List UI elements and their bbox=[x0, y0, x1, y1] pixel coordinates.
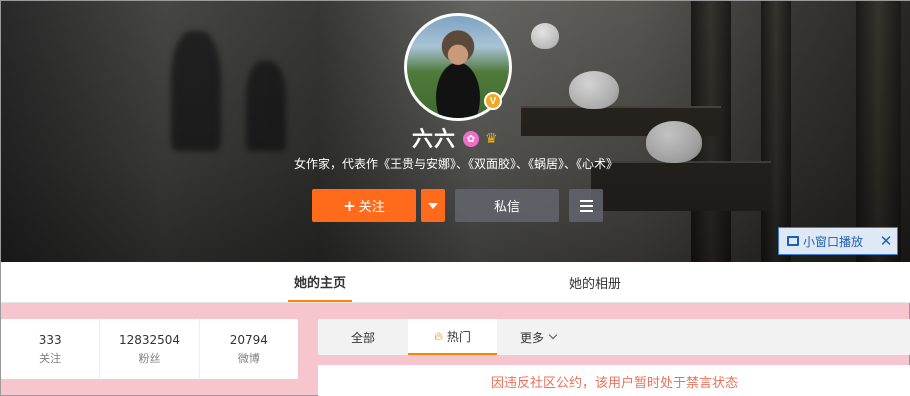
profile-bio: 女作家，代表作《王贵与安娜》、《双面胶》、《蜗居》、《心术》 bbox=[293, 157, 618, 171]
stat-label: 关注 bbox=[39, 351, 62, 365]
badge-icon[interactable]: ✿ bbox=[463, 131, 479, 147]
follow-button-label: 关注 bbox=[358, 200, 385, 215]
stat-label: 粉丝 bbox=[138, 351, 161, 365]
feed-tab-hot[interactable]: 🔥︎ 热门 bbox=[408, 319, 497, 355]
tab-home[interactable]: 她的主页 bbox=[288, 262, 352, 302]
feed-tab-more[interactable]: 更多 bbox=[508, 319, 568, 355]
stats-card: 333 关注 12832504 粉丝 20794 微博 bbox=[1, 319, 298, 379]
stat-value: 20794 bbox=[229, 332, 268, 347]
feed-tabs: 全部 🔥︎ 热门 更多 bbox=[318, 319, 910, 355]
stat-label: 微博 bbox=[237, 351, 260, 365]
feed-tab-more-label: 更多 bbox=[519, 330, 544, 345]
pip-window-icon bbox=[787, 236, 799, 246]
close-icon[interactable]: ✕ bbox=[875, 232, 897, 250]
profile-name: 六六 bbox=[412, 127, 456, 151]
stat-value: 12832504 bbox=[118, 332, 181, 347]
tab-album[interactable]: 她的相册 bbox=[563, 262, 627, 302]
stat-value: 333 bbox=[38, 332, 62, 347]
menu-icon[interactable] bbox=[569, 189, 603, 222]
vip-crown-icon[interactable]: ♛ bbox=[485, 131, 502, 147]
chevron-down-icon bbox=[548, 330, 558, 340]
plus-icon: + bbox=[343, 196, 356, 215]
pip-player-bar[interactable]: 小窗口播放 ✕ bbox=[778, 227, 898, 255]
follow-button[interactable]: + 关注 bbox=[312, 189, 416, 222]
feed-tab-all[interactable]: 全部 bbox=[318, 319, 408, 355]
fire-icon: 🔥︎ bbox=[434, 328, 443, 343]
stat-posts[interactable]: 20794 微博 bbox=[198, 319, 298, 379]
message-button[interactable]: 私信 bbox=[455, 189, 559, 222]
pip-label[interactable]: 小窗口播放 bbox=[803, 233, 875, 250]
stat-followers[interactable]: 12832504 粉丝 bbox=[99, 319, 198, 379]
verified-icon: V bbox=[484, 92, 502, 110]
stat-following[interactable]: 333 关注 bbox=[1, 319, 99, 379]
profile-tabbar: 她的主页 她的相册 bbox=[1, 262, 910, 303]
feed-tab-hot-label: 热门 bbox=[446, 329, 471, 344]
follow-dropdown-button[interactable] bbox=[421, 189, 445, 222]
mute-notice: 因违反社区公约，该用户暂时处于禁言状态 bbox=[318, 365, 910, 396]
message-button-label: 私信 bbox=[493, 200, 520, 215]
